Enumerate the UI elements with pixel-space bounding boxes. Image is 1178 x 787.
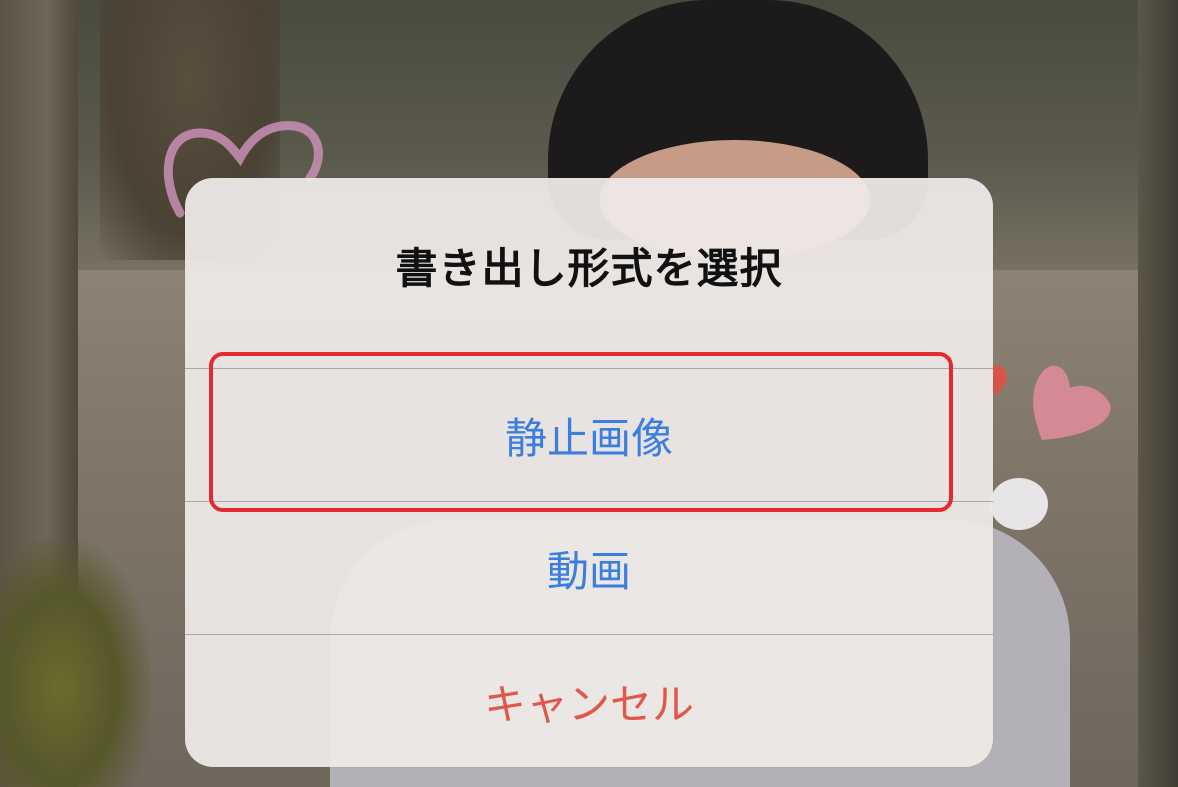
- screen: 書き出し形式を選択 静止画像 動画 キャンセル: [0, 0, 1178, 787]
- cancel-label: キャンセル: [483, 679, 694, 729]
- still-image-label: 静止画像: [504, 413, 673, 463]
- dialog-title: 書き出し形式を選択: [185, 178, 993, 368]
- still-image-button[interactable]: 静止画像: [185, 369, 993, 501]
- right-tree-trunk: [1138, 0, 1178, 787]
- export-format-dialog: 書き出し形式を選択 静止画像 動画 キャンセル: [185, 178, 993, 767]
- video-button[interactable]: 動画: [185, 502, 993, 634]
- dialog-title-text: 書き出し形式を選択: [395, 243, 783, 293]
- moss-patch: [0, 540, 150, 787]
- white-doodle: [990, 478, 1048, 530]
- video-label: 動画: [546, 546, 631, 596]
- heart-icon: [1033, 365, 1111, 440]
- heart-red-fragment: [990, 364, 1007, 396]
- cancel-button[interactable]: キャンセル: [185, 635, 993, 767]
